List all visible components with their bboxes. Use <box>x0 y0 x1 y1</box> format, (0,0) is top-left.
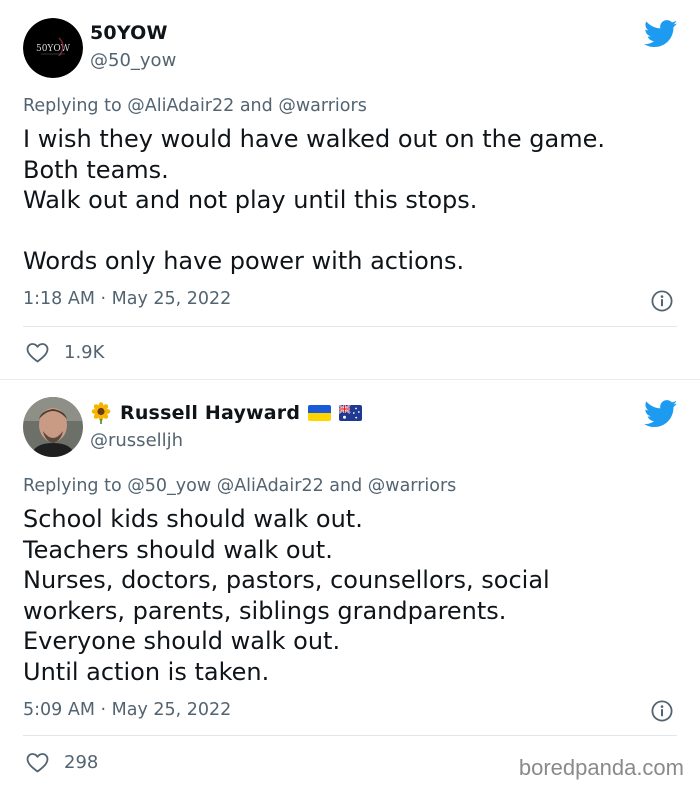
divider <box>23 735 677 736</box>
like-action[interactable]: 298 <box>25 751 98 773</box>
heart-icon[interactable] <box>25 751 50 773</box>
display-name[interactable]: 50YOW <box>90 22 168 44</box>
replying-mentions[interactable]: @50_yow @AliAdair22 and @warriors <box>127 476 456 496</box>
australia-flag-icon <box>339 405 363 421</box>
author-name-row: 50YOW <box>90 22 168 44</box>
twitter-bird-icon[interactable] <box>644 400 678 428</box>
replying-to: Replying to @50_yow @AliAdair22 and @war… <box>23 476 456 496</box>
tweet-timestamp[interactable]: 1:18 AM · May 25, 2022 <box>23 289 231 309</box>
user-handle[interactable]: @russelljh <box>90 430 183 451</box>
display-name[interactable]: Russell Hayward <box>120 402 300 424</box>
avatar[interactable] <box>23 397 83 457</box>
replying-mentions[interactable]: @AliAdair22 and @warriors <box>127 96 367 116</box>
tweet-card[interactable]: 50YOW 50YOW @50_yow Replying to @AliAdai… <box>0 0 700 379</box>
info-icon[interactable] <box>651 290 673 312</box>
like-action[interactable]: 1.9K <box>25 341 104 363</box>
avatar[interactable]: 50YOW <box>23 18 83 78</box>
like-count: 298 <box>64 751 99 773</box>
tweet-text: I wish they would have walked out on the… <box>23 125 605 276</box>
tweet-card[interactable]: Russell Hayward @russelljh Replying to @… <box>0 380 700 789</box>
ukraine-flag-icon <box>308 405 332 421</box>
sunflower-icon <box>91 402 111 424</box>
watermark: boredpanda.com <box>518 755 684 780</box>
replying-prefix: Replying to <box>23 476 122 496</box>
replying-prefix: Replying to <box>23 96 122 116</box>
avatar-logo-text: 50YOW <box>36 44 71 54</box>
replying-to: Replying to @AliAdair22 and @warriors <box>23 96 367 116</box>
heart-icon[interactable] <box>25 341 50 363</box>
tweet-text: School kids should walk out. Teachers sh… <box>23 505 550 686</box>
tweet-timestamp[interactable]: 5:09 AM · May 25, 2022 <box>23 700 231 720</box>
divider <box>23 326 677 327</box>
twitter-bird-icon[interactable] <box>644 20 678 48</box>
user-handle[interactable]: @50_yow <box>90 50 176 71</box>
author-name-row: Russell Hayward <box>90 402 363 424</box>
like-count: 1.9K <box>64 341 105 363</box>
info-icon[interactable] <box>651 700 673 722</box>
